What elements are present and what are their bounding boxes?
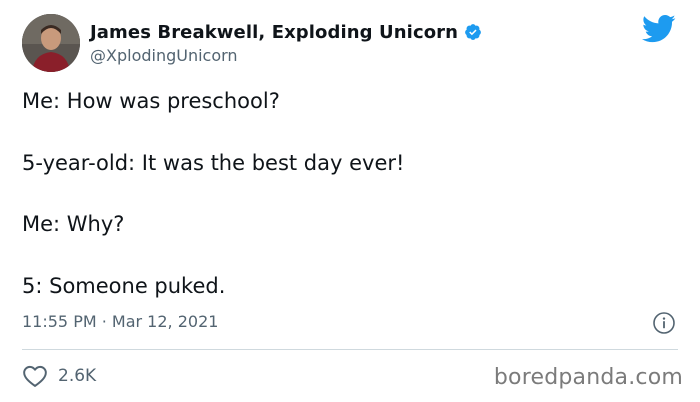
author-handle[interactable]: @XplodingUnicorn <box>90 46 482 65</box>
tweet-line: 5-year-old: It was the best day ever! <box>22 151 405 175</box>
info-icon[interactable] <box>652 311 676 335</box>
divider <box>22 349 678 350</box>
tweet-timestamp[interactable]: 11:55 PM · Mar 12, 2021 <box>22 312 218 331</box>
tweet-card: James Breakwell, Exploding Unicorn @Xplo… <box>0 0 700 402</box>
tweet-line: 5: Someone puked. <box>22 274 226 298</box>
heart-icon[interactable] <box>22 364 48 388</box>
display-name-row: James Breakwell, Exploding Unicorn <box>90 20 482 44</box>
verified-badge-icon <box>464 23 482 41</box>
like-count[interactable]: 2.6K <box>58 366 96 386</box>
tweet-line: Me: Why? <box>22 212 125 236</box>
tweet-line: Me: How was preschool? <box>22 89 280 113</box>
watermark: boredpanda.com <box>493 365 683 390</box>
tweet-header: James Breakwell, Exploding Unicorn @Xplo… <box>22 14 678 74</box>
author-names: James Breakwell, Exploding Unicorn @Xplo… <box>90 20 482 65</box>
avatar[interactable] <box>22 14 80 72</box>
display-name[interactable]: James Breakwell, Exploding Unicorn <box>90 22 458 43</box>
twitter-bird-icon[interactable] <box>642 14 676 44</box>
tweet-actions: 2.6K <box>22 362 96 390</box>
